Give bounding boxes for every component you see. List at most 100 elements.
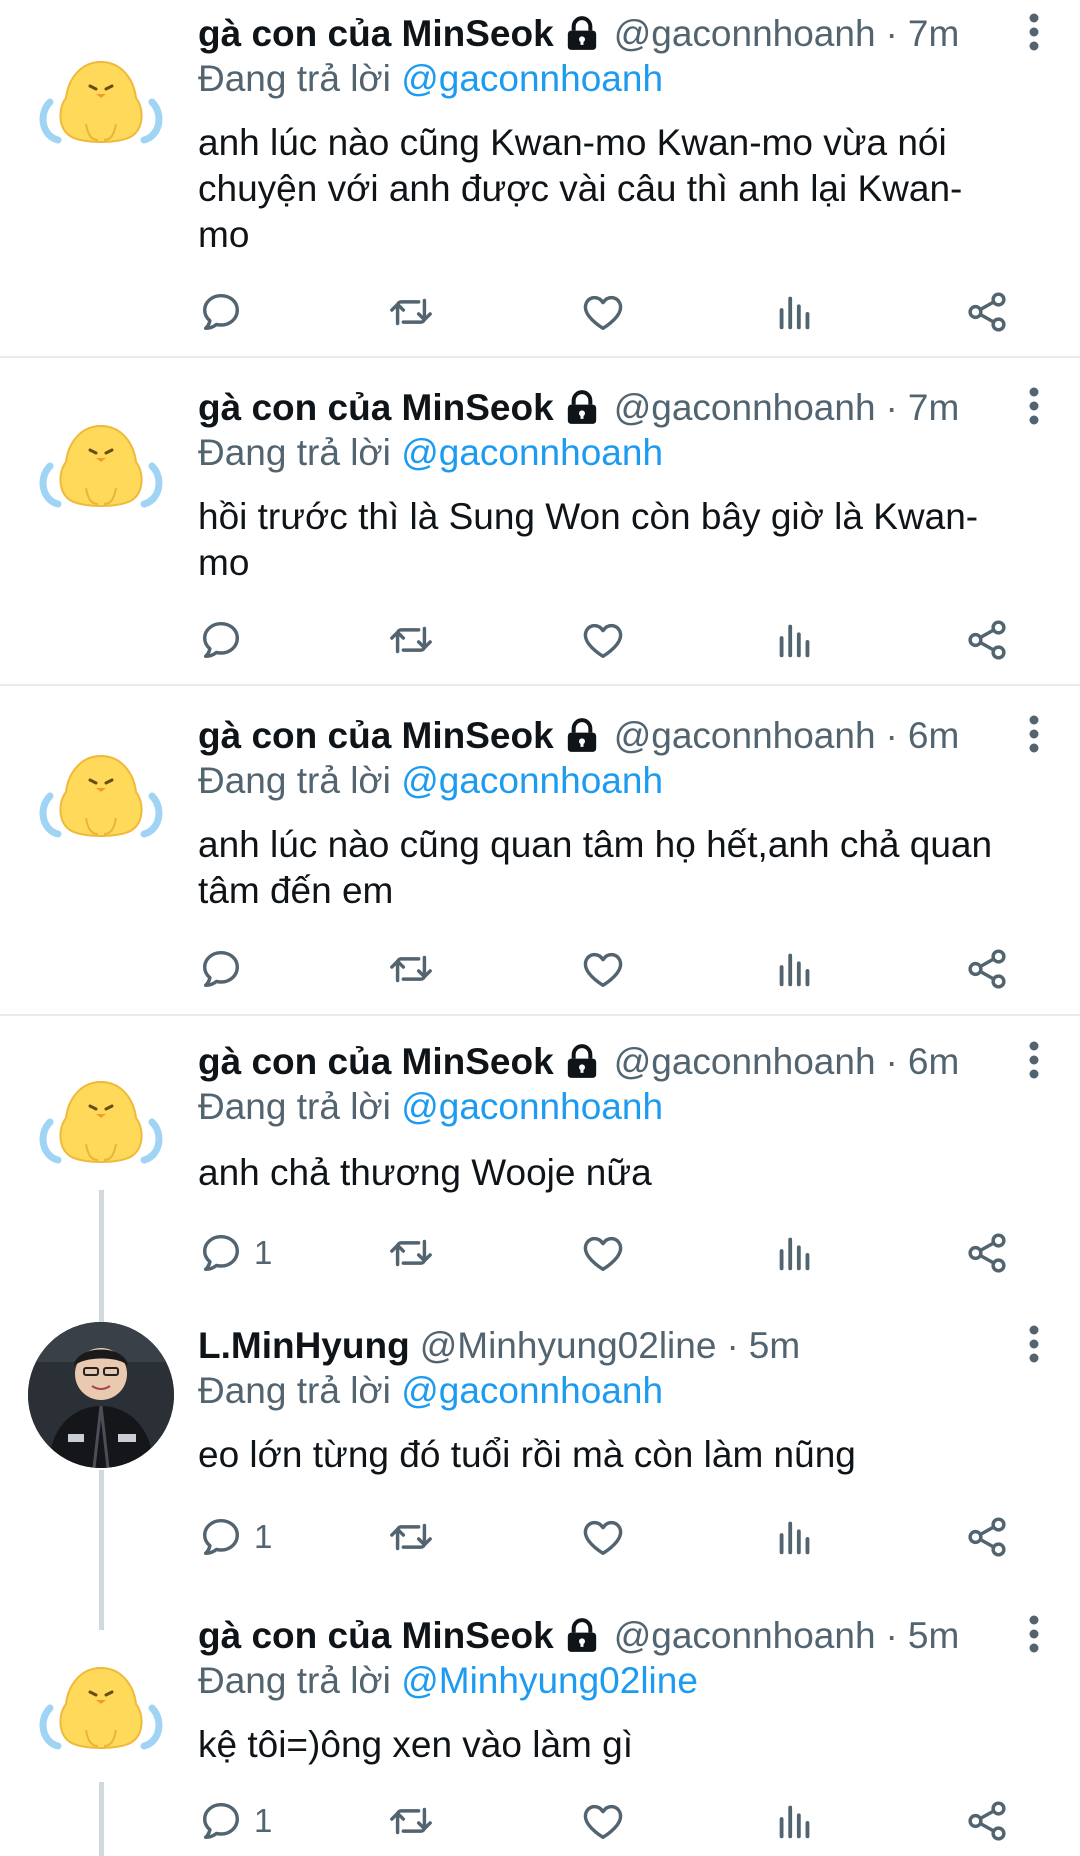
timestamp[interactable]: 5m: [749, 1325, 800, 1367]
tweet[interactable]: gà con của MinSeok @gaconnhoanh · 6m Đan…: [0, 1016, 1080, 1300]
tweet-text: hồi trước thì là Sung Won còn bây giờ là…: [198, 494, 1038, 586]
share-icon: [964, 1230, 1010, 1276]
retweet-button[interactable]: [388, 1228, 434, 1278]
reply-button[interactable]: 1: [198, 1512, 272, 1562]
avatar[interactable]: [28, 388, 174, 534]
retweet-icon: [388, 289, 434, 335]
lock-icon: [562, 14, 602, 54]
author-name[interactable]: gà con của MinSeok: [198, 387, 554, 429]
heart-icon: [580, 617, 626, 663]
share-button[interactable]: [964, 944, 1010, 994]
views-button[interactable]: [772, 287, 818, 337]
views-button[interactable]: [772, 1796, 818, 1846]
reply-count: 1: [254, 1518, 273, 1555]
timestamp[interactable]: 6m: [908, 715, 959, 757]
separator-dot: ·: [885, 1615, 898, 1656]
author-handle[interactable]: @gaconnhoanh: [614, 13, 876, 55]
bar-chart-icon: [772, 946, 818, 992]
bar-chart-icon: [772, 1514, 818, 1560]
like-button[interactable]: [580, 615, 626, 665]
tweet-text-line: chuyện với anh được vài câu thì anh lại …: [198, 168, 963, 209]
separator-dot: ·: [726, 1325, 739, 1366]
reply-mention-link[interactable]: @gaconnhoanh: [401, 432, 663, 473]
share-button[interactable]: [964, 615, 1010, 665]
tweet-header: gà con của MinSeok @gaconnhoanh · 6m: [198, 712, 959, 760]
retweet-button[interactable]: [388, 1512, 434, 1562]
views-button[interactable]: [772, 615, 818, 665]
reply-mention-link[interactable]: @Minhyung02line: [401, 1660, 698, 1701]
avatar[interactable]: [28, 24, 174, 170]
replying-to-label: Đang trả lời: [198, 1086, 391, 1127]
share-button[interactable]: [964, 1512, 1010, 1562]
reply-mention-link[interactable]: @gaconnhoanh: [401, 1370, 663, 1411]
reply-mention-link[interactable]: @gaconnhoanh: [401, 58, 663, 99]
like-button[interactable]: [580, 1512, 626, 1562]
tweet[interactable]: gà con của MinSeok @gaconnhoanh · 7m Đan…: [0, 0, 1080, 356]
separator-dot: ·: [885, 387, 898, 428]
tweet[interactable]: gà con của MinSeok @gaconnhoanh · 7m Đan…: [0, 358, 1080, 684]
vertical-dots-icon[interactable]: [1024, 1612, 1044, 1660]
avatar[interactable]: [28, 1044, 174, 1190]
share-button[interactable]: [964, 287, 1010, 337]
author-handle[interactable]: @gaconnhoanh: [614, 1041, 876, 1083]
views-button[interactable]: [772, 1512, 818, 1562]
vertical-dots-icon[interactable]: [1024, 1038, 1044, 1086]
tweet-header: gà con của MinSeok @gaconnhoanh · 7m: [198, 384, 959, 432]
tweet[interactable]: L.MinHyung @Minhyung02line · 5m Đang trả…: [0, 1300, 1080, 1590]
tweet-header: gà con của MinSeok @gaconnhoanh · 7m: [198, 10, 959, 58]
reply-mention-link[interactable]: @gaconnhoanh: [401, 760, 663, 801]
reply-count: 1: [254, 1802, 273, 1839]
author-handle[interactable]: @gaconnhoanh: [614, 715, 876, 757]
separator-dot: ·: [885, 715, 898, 756]
author-handle[interactable]: @gaconnhoanh: [614, 1615, 876, 1657]
author-handle[interactable]: @gaconnhoanh: [614, 387, 876, 429]
avatar[interactable]: [28, 718, 174, 864]
retweet-button[interactable]: [388, 1796, 434, 1846]
views-button[interactable]: [772, 944, 818, 994]
speech-bubble-icon: [198, 1514, 244, 1560]
vertical-dots-icon[interactable]: [1024, 10, 1044, 58]
retweet-button[interactable]: [388, 944, 434, 994]
like-button[interactable]: [580, 944, 626, 994]
reply-button[interactable]: [198, 615, 254, 665]
timestamp[interactable]: 6m: [908, 1041, 959, 1083]
like-button[interactable]: [580, 1796, 626, 1846]
timeline: gà con của MinSeok @gaconnhoanh · 7m Đan…: [0, 0, 1080, 1856]
tweet[interactable]: gà con của MinSeok @gaconnhoanh · 6m Đan…: [0, 686, 1080, 1014]
like-button[interactable]: [580, 1228, 626, 1278]
tweet[interactable]: gà con của MinSeok @gaconnhoanh · 5m Đan…: [0, 1590, 1080, 1856]
timestamp[interactable]: 7m: [908, 13, 959, 55]
retweet-icon: [388, 1514, 434, 1560]
timestamp[interactable]: 5m: [908, 1615, 959, 1657]
avatar[interactable]: [28, 1630, 174, 1776]
author-name[interactable]: gà con của MinSeok: [198, 715, 554, 757]
retweet-button[interactable]: [388, 287, 434, 337]
share-button[interactable]: [964, 1796, 1010, 1846]
reply-button[interactable]: [198, 287, 254, 337]
reply-button[interactable]: 1: [198, 1796, 272, 1846]
tweet-header: L.MinHyung @Minhyung02line · 5m: [198, 1322, 800, 1370]
views-button[interactable]: [772, 1228, 818, 1278]
timestamp[interactable]: 7m: [908, 387, 959, 429]
vertical-dots-icon[interactable]: [1024, 1322, 1044, 1370]
vertical-dots-icon[interactable]: [1024, 712, 1044, 760]
retweet-icon: [388, 1798, 434, 1844]
retweet-button[interactable]: [388, 615, 434, 665]
reply-button[interactable]: [198, 944, 254, 994]
reply-button[interactable]: 1: [198, 1228, 272, 1278]
author-name[interactable]: gà con của MinSeok: [198, 1615, 554, 1657]
author-name[interactable]: L.MinHyung: [198, 1325, 410, 1367]
share-icon: [964, 617, 1010, 663]
heart-icon: [580, 946, 626, 992]
author-name[interactable]: gà con của MinSeok: [198, 1041, 554, 1083]
like-button[interactable]: [580, 287, 626, 337]
reply-mention-link[interactable]: @gaconnhoanh: [401, 1086, 663, 1127]
heart-icon: [580, 1798, 626, 1844]
author-handle[interactable]: @Minhyung02line: [420, 1325, 717, 1367]
share-button[interactable]: [964, 1228, 1010, 1278]
tweet-text-line: tâm đến em: [198, 870, 394, 911]
author-name[interactable]: gà con của MinSeok: [198, 13, 554, 55]
avatar[interactable]: [28, 1322, 174, 1468]
bar-chart-icon: [772, 1230, 818, 1276]
vertical-dots-icon[interactable]: [1024, 384, 1044, 432]
